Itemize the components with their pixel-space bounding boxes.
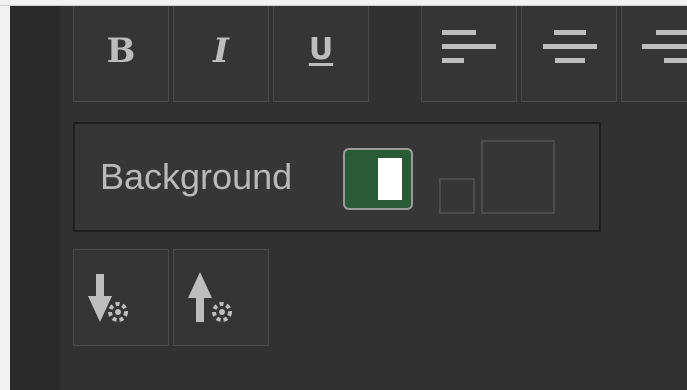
align-center-icon: [543, 30, 597, 63]
move-down-icon: [88, 274, 128, 322]
align-right-button[interactable]: [621, 6, 687, 102]
send-backward-button[interactable]: [73, 249, 169, 346]
bring-forward-button[interactable]: [173, 249, 269, 346]
swatch-highlight: [378, 158, 402, 200]
underline-button[interactable]: U: [273, 6, 369, 102]
italic-icon: I: [213, 30, 229, 71]
size-small-icon[interactable]: [439, 178, 475, 214]
underline-icon: U: [308, 31, 334, 67]
size-large-icon[interactable]: [481, 140, 555, 214]
background-label: Background: [100, 156, 293, 197]
bold-button[interactable]: B: [73, 6, 169, 102]
align-center-button[interactable]: [521, 6, 617, 102]
align-right-icon: [642, 30, 687, 63]
background-section: Background: [73, 122, 601, 232]
background-color-swatch[interactable]: [343, 148, 413, 210]
align-left-icon: [442, 30, 496, 63]
bold-icon: B: [106, 30, 136, 71]
italic-button[interactable]: I: [173, 6, 269, 102]
align-left-button[interactable]: [421, 6, 517, 102]
window-left-edge: [0, 6, 10, 390]
move-up-icon: [188, 272, 232, 322]
left-gutter: [10, 6, 60, 390]
